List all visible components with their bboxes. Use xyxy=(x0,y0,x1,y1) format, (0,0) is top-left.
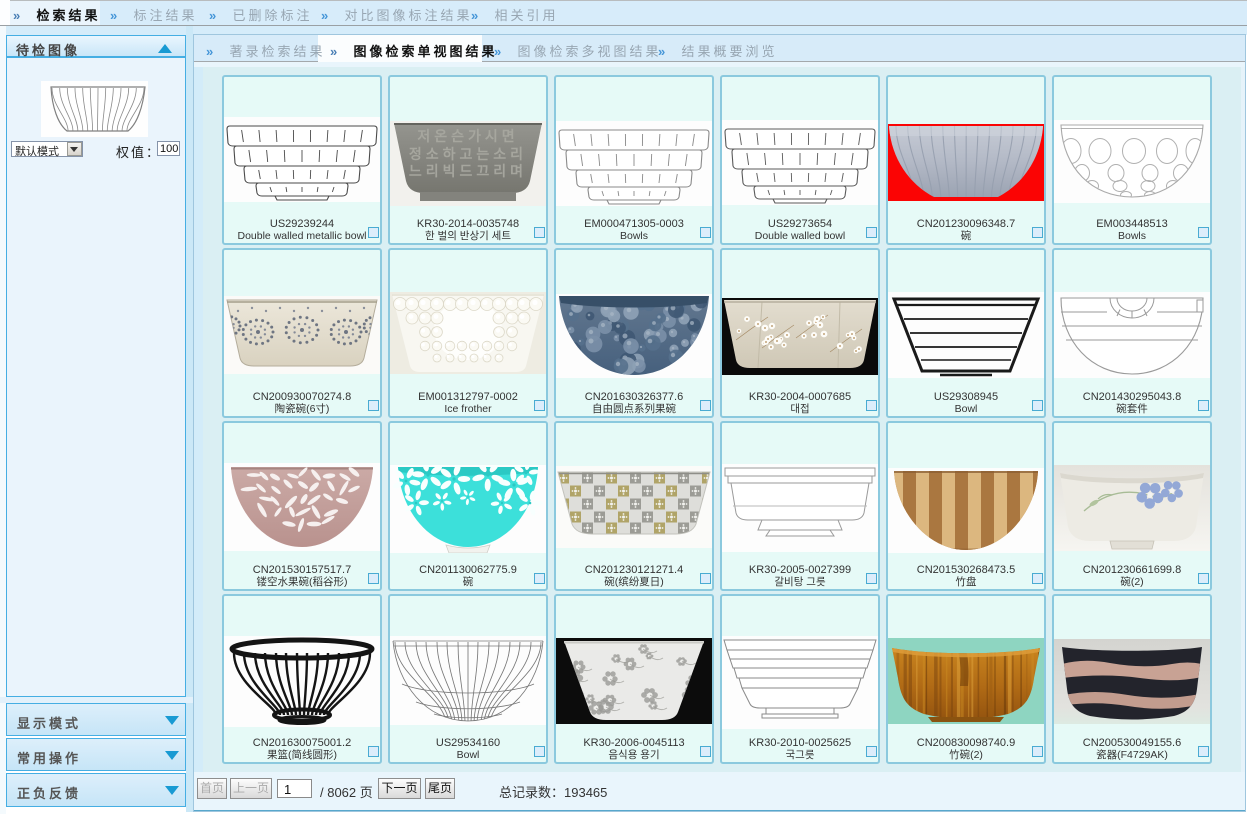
svg-text:정소하고는소리: 정소하고는소리 xyxy=(409,146,527,162)
svg-text:저온슨가시면: 저온슨가시면 xyxy=(417,128,518,144)
svg-text:느리빅드끄리며: 느리빅드끄리며 xyxy=(409,163,527,179)
